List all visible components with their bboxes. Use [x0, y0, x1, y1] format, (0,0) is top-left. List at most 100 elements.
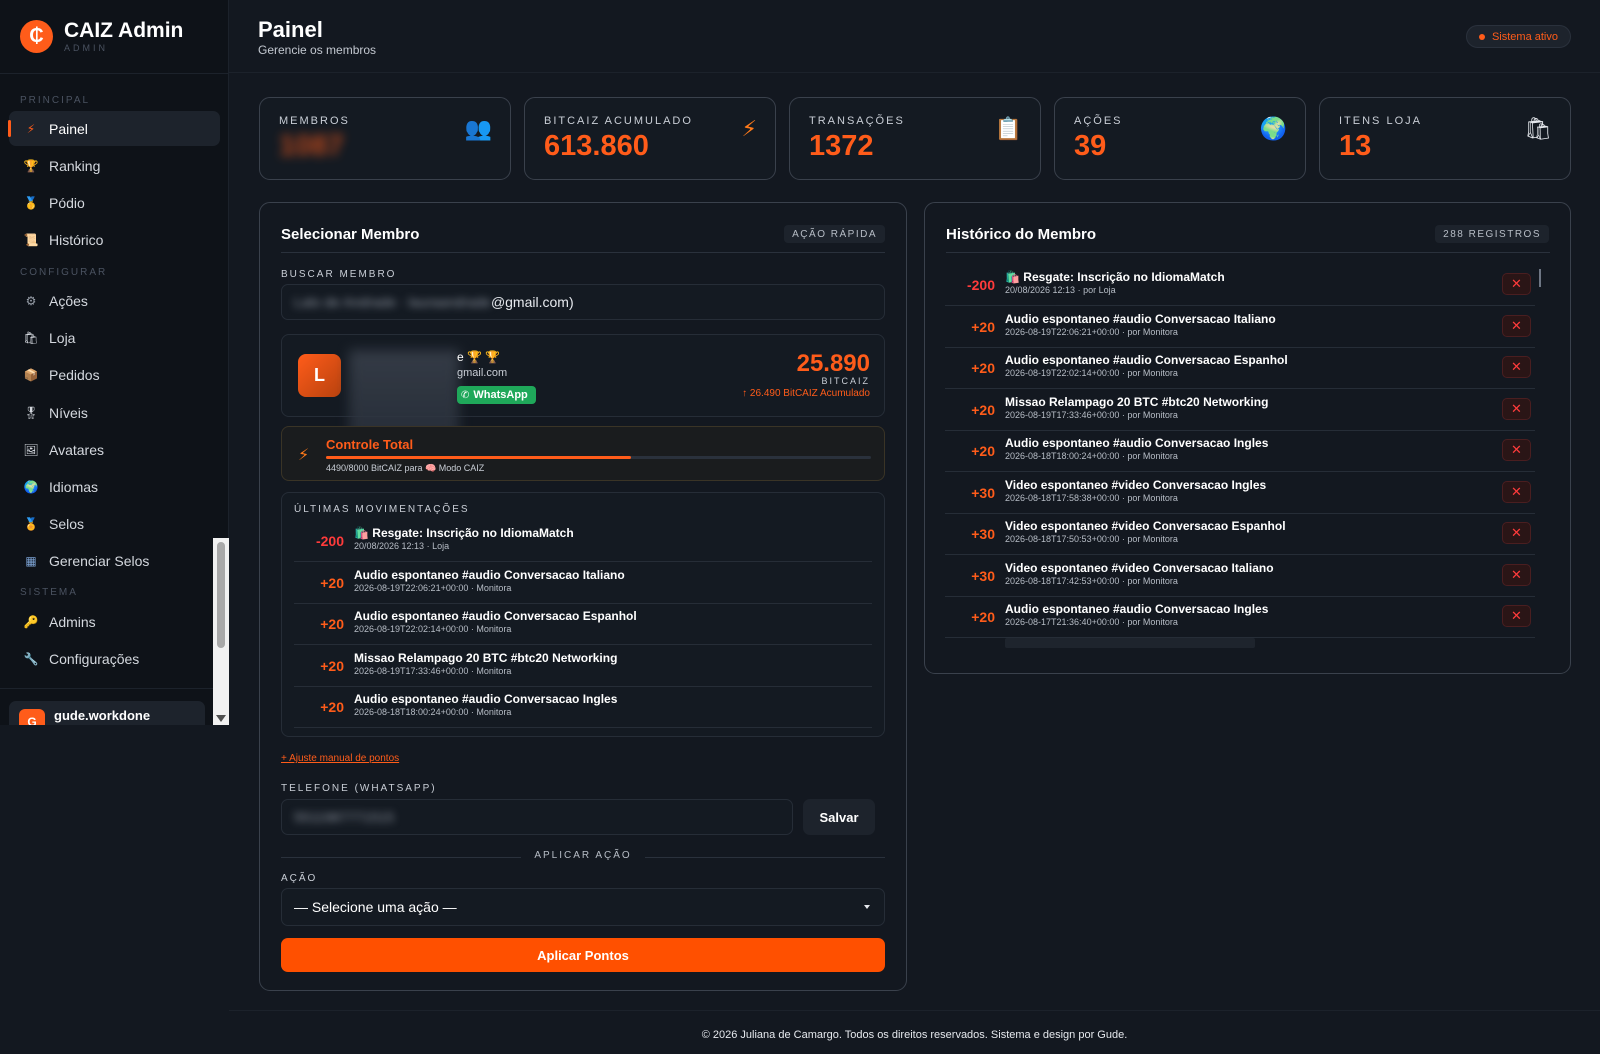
history-scrollbar-thumb[interactable]: [1539, 269, 1541, 287]
sidebar-item-painel[interactable]: ⚡ Painel: [8, 111, 220, 146]
stat-value: 1087: [279, 130, 344, 162]
apply-action-title: APLICAR AÇÃO: [534, 850, 632, 861]
level-progress-card: ⚡ Controle Total 4490/8000 BitCAIZ para …: [281, 426, 885, 481]
delete-entry-button[interactable]: ✕: [1502, 397, 1531, 420]
member-accumulated: ↑ 26.490 BitCAIZ Acumulado: [742, 388, 870, 399]
member-points-unit: BITCAIZ: [821, 376, 870, 386]
level-progress-fill: [326, 456, 632, 459]
entry-meta: 2026-08-19T22:02:14+00:00 · Monitora: [354, 624, 512, 634]
package-icon: 📦: [23, 367, 39, 382]
member-avatar: L: [298, 354, 341, 397]
sidebar-item-pedidos[interactable]: 📦 Pedidos: [9, 357, 220, 392]
sidebar-item-niveis[interactable]: 🎖 Níveis: [9, 395, 220, 430]
delete-entry-button[interactable]: ✕: [1502, 356, 1531, 378]
level-title: Controle Total: [326, 437, 414, 452]
sidebar-item-idiomas[interactable]: 🌍 Idiomas: [9, 469, 220, 504]
sidebar-item-podio[interactable]: 🥇 Pódio: [9, 185, 220, 220]
phone-input[interactable]: 5511987771515: [281, 799, 793, 835]
amount: -200: [966, 277, 995, 293]
member-points: 25.890: [796, 350, 870, 377]
entry-title: 🛍️ Resgate: Inscrição no IdiomaMatch: [354, 526, 574, 540]
stat-card-transacoes: TRANSAÇÕES 1372 📋: [789, 97, 1041, 180]
section-label-sistema: SISTEMA: [20, 587, 78, 598]
amount: +20: [320, 657, 344, 674]
save-phone-button[interactable]: Salvar: [803, 799, 875, 835]
entry-title: Audio espontaneo #audio Conversacao Espa…: [1005, 353, 1288, 367]
picture-icon: 🖼: [23, 442, 39, 457]
entry-title: Missao Relampago 20 BTC #btc20 Networkin…: [354, 650, 618, 665]
sidebar-item-label: Ações: [49, 292, 88, 309]
sidebar-item-loja[interactable]: 🛍 Loja: [9, 320, 220, 355]
shopping-bags-icon: 🛍: [1524, 116, 1552, 141]
sidebar-item-selos[interactable]: 🏅 Selos: [9, 506, 220, 541]
select-member-card: Selecionar Membro AÇÃO RÁPIDA BUSCAR MEM…: [259, 202, 907, 991]
amount: -200: [315, 533, 344, 549]
list-item: -200 🛍️ Resgate: Inscrição no IdiomaMatch…: [294, 520, 872, 562]
entry-title: Audio espontaneo #audio Conversacao Ingl…: [354, 692, 618, 706]
status-dot-icon: [1478, 33, 1485, 40]
member-email: gmail.com: [457, 367, 508, 379]
history-list[interactable]: -200 🛍️ Resgate: Inscrição no IdiomaMatch…: [945, 261, 1541, 648]
sidebar-item-gerenciar-selos[interactable]: ▦ Gerenciar Selos: [9, 543, 220, 578]
stat-value: 613.860: [544, 130, 649, 162]
stat-card-bitcaiz: BITCAIZ ACUMULADO 613.860 ⚡: [524, 97, 776, 180]
sidebar-item-configuracoes[interactable]: 🔧 Configurações: [9, 641, 220, 676]
stat-card-membros: MEMBROS 1087 👥: [259, 97, 511, 180]
table-row: -200 🛍️ Resgate: Inscrição no IdiomaMatch…: [945, 264, 1535, 306]
sidebar-item-label: Loja: [49, 329, 76, 346]
wrench-icon: 🔧: [23, 651, 39, 666]
shopping-bags-icon: 🛍: [23, 330, 39, 345]
entry-meta: 2026-08-19T22:06:21+00:00 · Monitora: [354, 582, 512, 593]
apply-points-button[interactable]: Aplicar Pontos: [281, 938, 885, 972]
amount: +20: [971, 609, 995, 625]
whatsapp-badge[interactable]: ✆ WhatsApp: [457, 386, 536, 404]
sidebar-item-acoes[interactable]: ⚙ Ações: [9, 283, 220, 318]
section-label-principal: PRINCIPAL: [20, 95, 91, 106]
entry-meta: 20/08/2026 12:13 · Loja: [354, 541, 450, 551]
entry-meta: 2026-08-17T21:36:40+00:00 · por Monitora: [1005, 617, 1178, 627]
globe-icon: 🌍: [23, 479, 39, 494]
member-search-input[interactable]: Lalo de Andrade · lauraandrade @gmail.com…: [281, 284, 885, 320]
sidebar-item-label: Selos: [49, 515, 85, 532]
sidebar-item-label: Painel: [49, 120, 88, 137]
sidebar-item-avatares[interactable]: 🖼 Avatares: [9, 432, 220, 467]
sidebar-item-ranking[interactable]: 🏆 Ranking: [9, 148, 220, 183]
sidebar-item-admins[interactable]: 🔑 Admins: [9, 604, 220, 639]
gear-icon: ⚙: [25, 293, 37, 308]
delete-entry-button[interactable]: ✕: [1502, 314, 1531, 337]
scroll-down-arrow-icon[interactable]: [216, 715, 226, 722]
action-select[interactable]: — Selecione uma ação —: [281, 888, 885, 926]
sidebar-item-label: Configurações: [49, 650, 140, 667]
table-row: +30 Video espontaneo #video Conversacao E…: [945, 513, 1535, 555]
entry-title: Audio espontaneo #audio Conversacao Ingl…: [1005, 602, 1269, 616]
delete-entry-button[interactable]: ✕: [1502, 522, 1531, 544]
whatsapp-icon: ✆: [461, 389, 470, 401]
scrollbar-thumb[interactable]: [217, 542, 225, 648]
delete-entry-button[interactable]: ✕: [1502, 563, 1531, 586]
entry-title: Video espontaneo #video Conversacao Ital…: [1005, 560, 1274, 575]
footer: © 2026 Juliana de Camargo. Todos os dire…: [229, 1010, 1600, 1054]
amount: +20: [320, 699, 344, 715]
status-text: Sistema ativo: [1491, 30, 1558, 43]
apply-action-divider: APLICAR AÇÃO: [281, 850, 885, 864]
list-item: +20 Audio espontaneo #audio Conversacao E…: [294, 603, 872, 645]
section-label-configurar: CONFIGURAR: [20, 267, 108, 278]
delete-entry-button[interactable]: ✕: [1502, 439, 1531, 461]
sidebar-scrollbar[interactable]: [213, 538, 229, 725]
grid-icon: ▦: [25, 553, 37, 568]
brand-subtitle: ADMIN: [64, 42, 108, 53]
sidebar-item-historico[interactable]: 📜 Histórico: [9, 222, 220, 257]
delete-entry-button[interactable]: ✕: [1502, 480, 1531, 503]
search-value-hidden: Lalo de Andrade · lauraandrade: [294, 294, 491, 310]
user-chip[interactable]: G gude.workdone: [9, 701, 205, 725]
manual-adjust-link[interactable]: + Ajuste manual de pontos: [281, 753, 399, 764]
delete-entry-button[interactable]: ✕: [1502, 605, 1531, 627]
entry-title: Video espontaneo #video Conversacao Espa…: [1005, 519, 1286, 533]
level-progress-bar: [326, 456, 871, 459]
sidebar: ₵ CAIZ Admin ADMIN PRINCIPAL CONFIGURAR …: [0, 0, 229, 725]
user-name: gude.workdone: [54, 708, 151, 723]
search-label: BUSCAR MEMBRO: [281, 269, 397, 280]
delete-entry-button[interactable]: ✕: [1502, 273, 1531, 295]
list-item: +20 Audio espontaneo #audio Conversacao I…: [294, 562, 872, 604]
medal-ribbon-icon: 🎖: [23, 405, 39, 420]
